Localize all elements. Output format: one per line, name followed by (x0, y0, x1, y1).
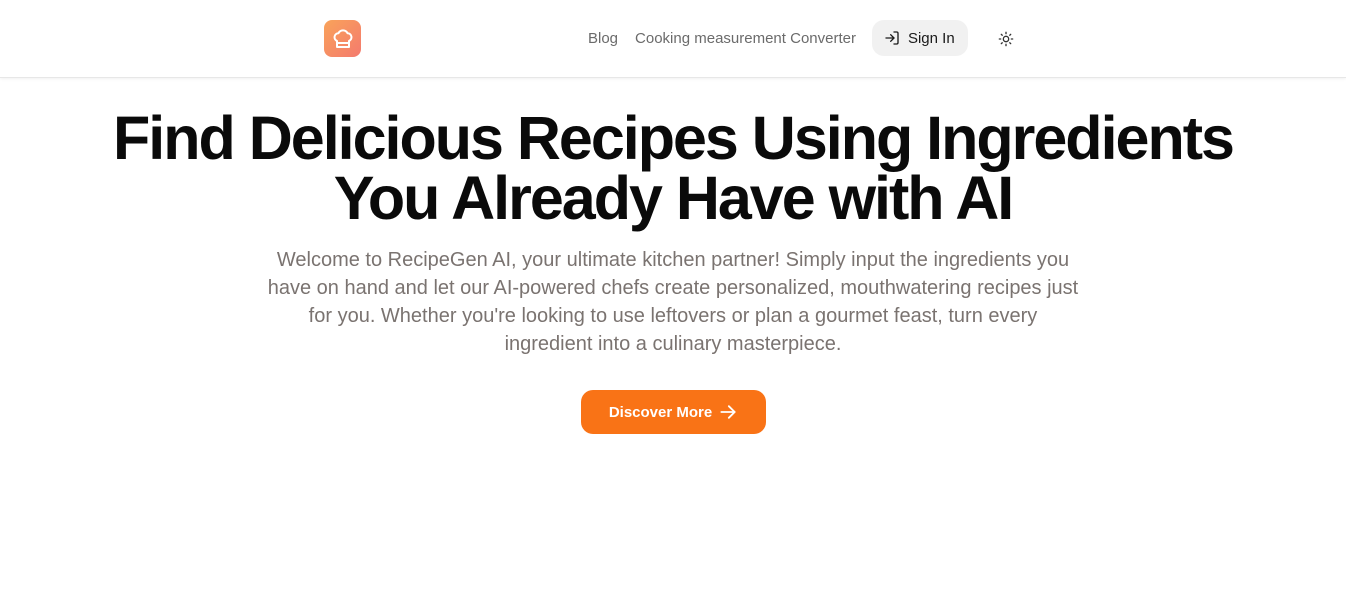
sign-in-label: Sign In (907, 29, 955, 47)
hero-title-line-2: You Already Have with AI (333, 164, 1015, 232)
sign-in-icon (885, 31, 899, 45)
nav-link-blog[interactable]: Blog (588, 30, 618, 47)
discover-more-label: Discover More (608, 403, 713, 421)
site-header: Blog Cooking measurement Converter Sign … (0, 0, 1346, 78)
logo[interactable] (324, 20, 361, 57)
sun-icon (998, 31, 1014, 47)
hero-subtitle: Welcome to RecipeGen AI, your ultimate k… (267, 249, 1079, 355)
chef-hat-icon (333, 28, 352, 48)
sign-in-button[interactable]: Sign In (871, 20, 968, 56)
main-nav: Blog Cooking measurement Converter Sign … (588, 20, 968, 56)
discover-more-button[interactable]: Discover More (581, 390, 766, 434)
hero-title: Find Delicious Recipes Using Ingredients… (0, 104, 1346, 232)
nav-link-converter[interactable]: Cooking measurement Converter (635, 30, 856, 47)
hero-title-line-1: Find Delicious Recipes Using Ingredients (113, 104, 1235, 172)
arrow-right-icon (720, 405, 736, 419)
theme-toggle-button[interactable] (992, 25, 1020, 53)
